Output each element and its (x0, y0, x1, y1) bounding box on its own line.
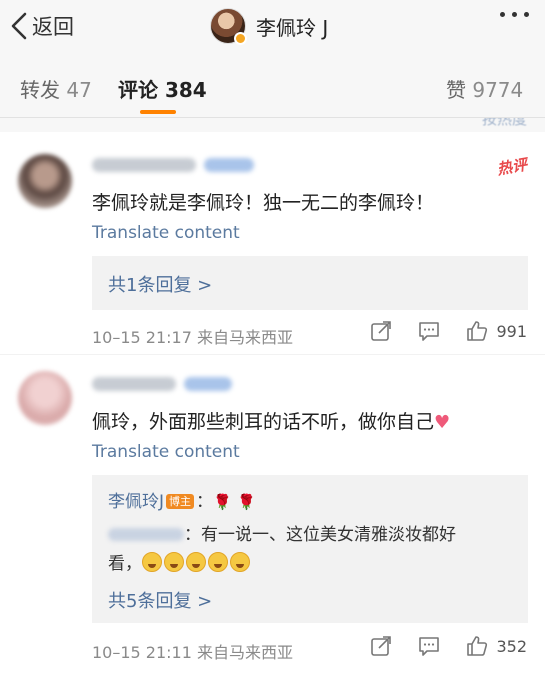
tab-label: 赞 (446, 78, 466, 102)
reply-button[interactable] (418, 320, 440, 342)
author-badge: 博主 (166, 494, 195, 509)
user-badge-blurred (184, 377, 232, 391)
comment-item[interactable]: 佩玲，外面那些刺耳的话不听，做你自己♥ Translate content 李佩… (0, 355, 545, 673)
rose-icon: 🌹 (213, 493, 232, 511)
tab-reposts[interactable]: 转发 47 (20, 74, 92, 103)
reply-line: 看， (108, 549, 252, 574)
tab-label: 转发 (20, 78, 60, 102)
laughing-emoji-icon (230, 552, 250, 572)
share-button[interactable] (370, 320, 392, 342)
reply-line: ：有一说一、这位美女清雅淡妆都好 (108, 520, 456, 545)
dot-icon (524, 12, 529, 17)
chevron-left-icon (11, 12, 27, 40)
clipped-text: 按热度 (481, 118, 527, 128)
translate-link[interactable]: Translate content (92, 223, 240, 243)
dot-icon (512, 12, 517, 17)
thumbs-up-icon (467, 321, 488, 341)
reply-colon: ： (196, 492, 214, 512)
comment-location: 来自马来西亚 (197, 328, 294, 347)
comment-text-content: 佩玲，外面那些刺耳的话不听，做你自己 (92, 411, 435, 433)
verified-badge-icon (234, 32, 247, 45)
comment-time: 10–15 21:11 (92, 643, 192, 662)
hot-comment-badge: 热评 (495, 155, 529, 179)
nav-title[interactable]: 李佩玲 J (210, 8, 329, 45)
reply-text-cont: 看， (108, 554, 142, 574)
dot-icon (500, 12, 505, 17)
laughing-emoji-icon (142, 552, 162, 572)
page-title: 李佩玲 J (256, 15, 329, 40)
share-icon (371, 636, 392, 656)
user-badge-blurred (204, 158, 254, 172)
comment-icon (419, 637, 440, 656)
reply-summary-link[interactable]: 共1条回复 > (108, 271, 212, 297)
like-count: 991 (496, 321, 527, 341)
avatar[interactable] (18, 154, 72, 208)
share-button[interactable] (370, 635, 392, 657)
back-button[interactable]: 返回 (10, 8, 74, 44)
thumbs-up-icon (467, 636, 488, 656)
reply-box[interactable]: 共1条回复 > (92, 256, 528, 310)
avatar (210, 8, 247, 45)
tab-bar: 转发 47 评论 384 赞 9774 (0, 54, 545, 118)
more-options-button[interactable] (500, 12, 529, 17)
tab-label: 评论 (118, 78, 158, 102)
comment-text: 李佩玲就是李佩玲！独一无二的李佩玲！ (92, 192, 435, 214)
tab-likes[interactable]: 赞 9774 (446, 74, 523, 103)
tab-count: 384 (164, 78, 207, 102)
username-blurred[interactable] (92, 377, 176, 391)
nav-bar: 返回 李佩玲 J (0, 0, 545, 54)
back-label: 返回 (32, 15, 74, 39)
reply-box[interactable]: 李佩玲J 博主 ：🌹 🌹 ：有一说一、这位美女清雅淡妆都好 看， 共5条回复 > (92, 475, 528, 623)
comment-actions: 352 (344, 635, 527, 657)
reply-summary-link[interactable]: 共5条回复 > (108, 587, 212, 613)
heart-emoji-icon: ♥ (434, 412, 451, 433)
tab-active-indicator (140, 110, 176, 114)
comment-item[interactable]: 热评 李佩玲就是李佩玲！独一无二的李佩玲！ Translate content … (0, 132, 545, 354)
reply-button[interactable] (418, 635, 440, 657)
scroll-clip: 按热度 (0, 118, 545, 132)
username-blurred[interactable] (92, 158, 196, 172)
translate-link[interactable]: Translate content (92, 442, 240, 462)
rose-icon: 🌹 (237, 493, 256, 511)
comment-actions: 991 (344, 320, 527, 342)
like-button[interactable]: 352 (466, 635, 527, 657)
reply-text: ：有一说一、这位美女清雅淡妆都好 (184, 525, 456, 545)
reply-author[interactable]: 李佩玲J (108, 492, 164, 512)
comment-time: 10–15 21:17 (92, 328, 192, 347)
comment-location: 来自马来西亚 (197, 643, 294, 662)
avatar[interactable] (18, 371, 72, 425)
comment-icon (419, 322, 440, 341)
like-count: 352 (496, 636, 527, 656)
reply-line: 李佩玲J 博主 ：🌹 🌹 (108, 487, 256, 512)
laughing-emoji-icon (208, 552, 228, 572)
comment-text: 佩玲，外面那些刺耳的话不听，做你自己♥ (92, 407, 450, 434)
share-icon (371, 321, 392, 341)
reply-username-blurred[interactable] (108, 528, 184, 541)
tab-count: 47 (66, 78, 92, 102)
tab-count: 9774 (472, 78, 524, 102)
comment-meta: 10–15 21:17 来自马来西亚 (92, 324, 293, 348)
like-button[interactable]: 991 (466, 320, 527, 342)
laughing-emoji-icon (186, 552, 206, 572)
laughing-emoji-icon (164, 552, 184, 572)
tab-comments[interactable]: 评论 384 (118, 74, 207, 103)
comment-meta: 10–15 21:11 来自马来西亚 (92, 639, 293, 663)
